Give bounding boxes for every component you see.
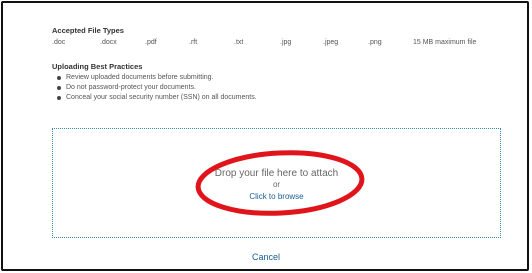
file-type: .pdf bbox=[145, 39, 157, 46]
list-item: Do not password-protect your documents. bbox=[52, 83, 257, 93]
cancel-button[interactable]: Cancel bbox=[0, 252, 532, 262]
best-practices-title: Uploading Best Practices bbox=[52, 62, 143, 71]
best-practices-list: Review uploaded documents before submitt… bbox=[52, 73, 257, 103]
file-type: .jpg bbox=[280, 39, 292, 46]
file-type: .txt bbox=[234, 39, 244, 46]
max-file-size: 15 MB maximum file bbox=[413, 39, 477, 46]
file-type: .rft bbox=[189, 39, 198, 46]
file-type: .jpeg bbox=[323, 39, 339, 46]
file-type: .doc bbox=[52, 39, 66, 46]
annotation-circle-icon bbox=[195, 150, 365, 216]
accepted-types-title: Accepted File Types bbox=[52, 26, 124, 35]
file-type: .png bbox=[368, 39, 382, 46]
list-item: Conceal your social security number (SSN… bbox=[52, 93, 257, 103]
list-item: Review uploaded documents before submitt… bbox=[52, 73, 257, 83]
file-type: .docx bbox=[100, 39, 117, 46]
